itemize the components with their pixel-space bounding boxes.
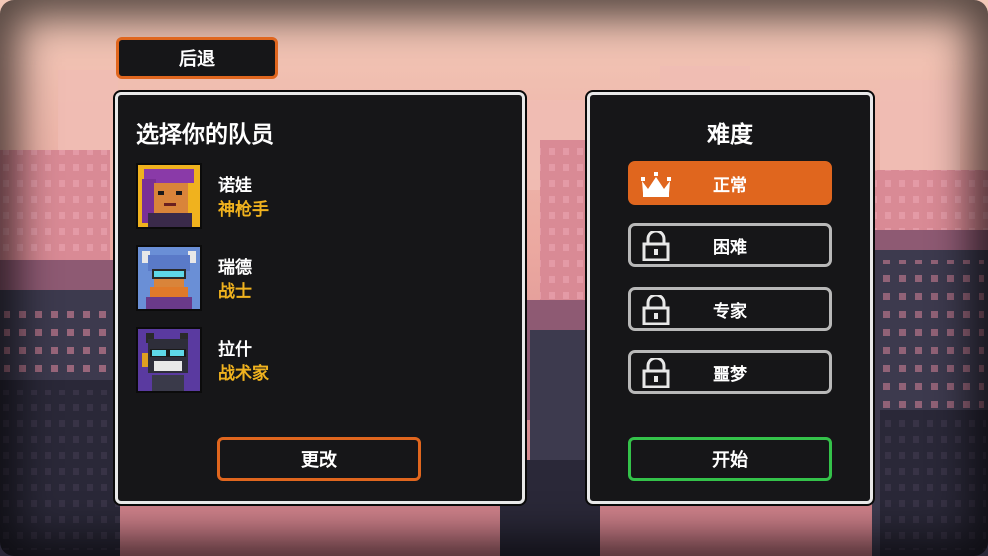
start-button-label: 开始 — [712, 450, 748, 471]
red-portrait — [136, 245, 202, 311]
difficulty-option-expert[interactable]: 专家 — [628, 287, 832, 331]
member-name: 瑞德 — [218, 258, 252, 278]
member-name: 拉什 — [218, 340, 252, 360]
team-panel: 选择你的队员 诺娃 神枪手 瑞德 战士 拉什 战术家 更改 — [115, 92, 525, 504]
member-card-rush[interactable]: 拉什 战术家 — [136, 327, 436, 393]
difficulty-option-normal[interactable]: 正常 — [628, 161, 832, 205]
start-button[interactable]: 开始 — [628, 437, 832, 481]
back-button-label: 后退 — [179, 49, 215, 70]
member-role: 神枪手 — [218, 200, 269, 220]
back-button[interactable]: 后退 — [116, 37, 278, 79]
member-role: 战士 — [218, 282, 252, 302]
difficulty-panel-title: 难度 — [707, 122, 753, 148]
change-team-label: 更改 — [301, 450, 337, 471]
rush-portrait — [136, 327, 202, 393]
member-card-red[interactable]: 瑞德 战士 — [136, 245, 436, 311]
nova-portrait — [136, 163, 202, 229]
difficulty-label: 噩梦 — [713, 364, 747, 385]
difficulty-option-hard[interactable]: 困难 — [628, 223, 832, 267]
member-name: 诺娃 — [218, 176, 252, 196]
difficulty-panel: 难度 正常 困难 专家 噩梦 开始 — [587, 92, 873, 504]
member-role: 战术家 — [218, 364, 269, 384]
change-team-button[interactable]: 更改 — [217, 437, 421, 481]
member-card-nova[interactable]: 诺娃 神枪手 — [136, 163, 436, 229]
difficulty-label: 专家 — [713, 301, 747, 322]
difficulty-label: 正常 — [713, 175, 747, 196]
difficulty-option-nightmare[interactable]: 噩梦 — [628, 350, 832, 394]
difficulty-label: 困难 — [713, 237, 747, 258]
team-panel-title: 选择你的队员 — [136, 122, 274, 148]
